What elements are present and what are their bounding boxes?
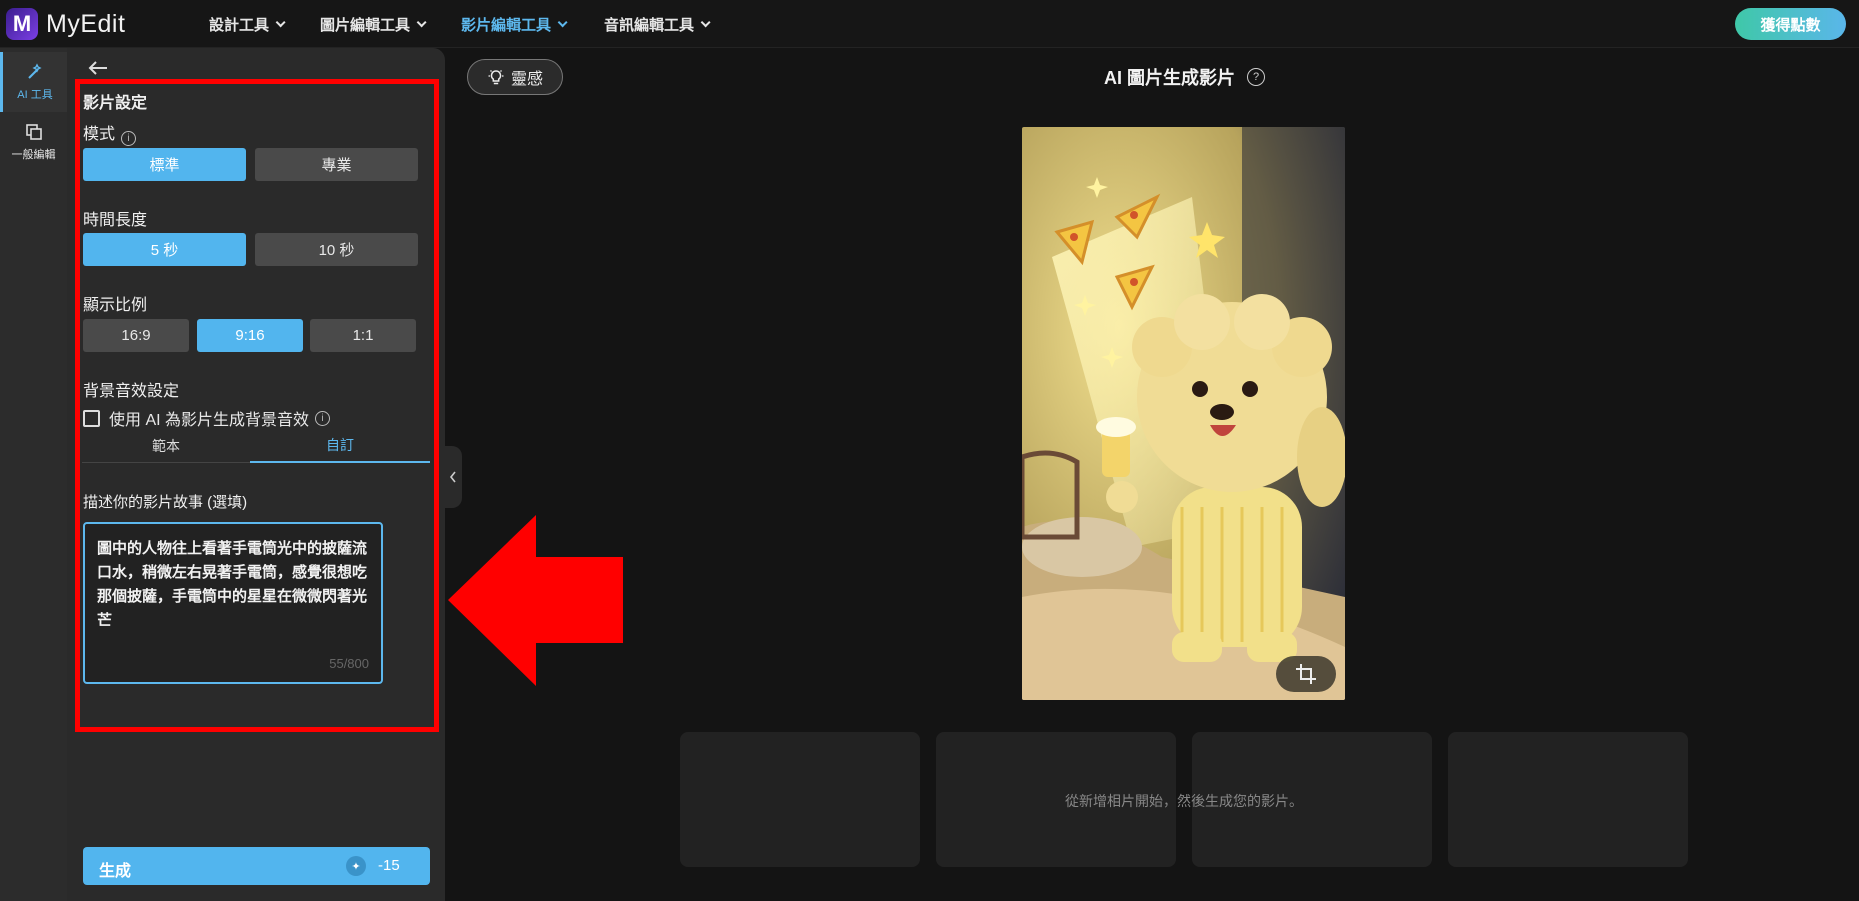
ratio-9-16-option[interactable]: 9:16 <box>197 319 303 352</box>
rail-item-ai-tools[interactable]: AI 工具 <box>0 52 67 112</box>
nav-photo-tools[interactable]: 圖片編輯工具 <box>320 14 427 35</box>
chevron-down-icon <box>557 17 568 28</box>
credit-icon: ✦ <box>346 856 366 876</box>
background-sound-label: 背景音效設定 <box>83 383 180 400</box>
stage-title-text: AI 圖片生成影片 <box>1104 68 1236 88</box>
logo-badge: M <box>6 8 38 40</box>
nav-design-tools[interactable]: 設計工具 <box>209 14 286 35</box>
duration-label: 時間長度 <box>83 212 148 229</box>
nav-label: 圖片編輯工具 <box>320 17 411 34</box>
crop-icon <box>1296 664 1316 684</box>
aspect-ratio-label: 顯示比例 <box>83 297 148 314</box>
story-text: 圖中的人物往上看著手電筒光中的披薩流口水，稍微左右晃著手電筒，感覺很想吃那個披薩… <box>97 540 368 629</box>
preview-image <box>1022 127 1345 700</box>
story-tabs: 範本 自訂 <box>82 428 430 463</box>
video-settings-title: 影片設定 <box>83 95 148 112</box>
nav-audio-tools[interactable]: 音訊編輯工具 <box>604 14 711 35</box>
story-label: 描述你的影片故事 (選填) <box>83 494 248 511</box>
crop-button[interactable] <box>1276 656 1336 692</box>
nav-label: 影片編輯工具 <box>461 17 552 34</box>
main-nav: 設計工具 圖片編輯工具 影片編輯工具 音訊編輯工具 <box>209 14 711 35</box>
tab-template[interactable]: 範本 <box>82 428 250 463</box>
annotation-arrow-icon <box>448 515 623 686</box>
generate-cost: -15 <box>378 857 400 874</box>
duration-5s-option[interactable]: 5 秒 <box>83 233 246 266</box>
preview-illustration <box>1022 127 1345 700</box>
ai-sound-checkbox-row[interactable]: 使用 AI 為影片生成背景音效 i <box>83 406 331 430</box>
rail-item-general-edit[interactable]: 一般編輯 <box>0 112 67 172</box>
thumbnail-slot[interactable] <box>680 732 920 867</box>
nav-label: 設計工具 <box>209 17 270 34</box>
mode-standard-option[interactable]: 標準 <box>83 148 246 181</box>
left-rail: AI 工具 一般編輯 <box>0 48 67 901</box>
back-arrow-icon[interactable] <box>87 60 109 76</box>
ratio-1-1-option[interactable]: 1:1 <box>310 319 416 352</box>
info-icon[interactable]: i <box>315 410 331 426</box>
story-textarea[interactable]: 圖中的人物往上看著手電筒光中的披薩流口水，稍微左右晃著手電筒，感覺很想吃那個披薩… <box>83 522 383 684</box>
rail-label: AI 工具 <box>17 89 53 101</box>
nav-video-tools[interactable]: 影片編輯工具 <box>461 14 568 35</box>
story-char-count: 55/800 <box>329 656 369 671</box>
panel-collapse-handle[interactable] <box>444 446 462 508</box>
ai-sound-checkbox-label: 使用 AI 為影片生成背景音效 <box>109 412 310 429</box>
logo[interactable]: M MyEdit <box>6 6 125 42</box>
ai-sound-checkbox[interactable] <box>83 409 100 427</box>
lightbulb-icon <box>488 70 504 85</box>
stage-title: AI 圖片生成影片 ? <box>1104 64 1266 90</box>
thumbnail-slot[interactable] <box>1448 732 1688 867</box>
ratio-16-9-option[interactable]: 16:9 <box>83 319 189 352</box>
chevron-down-icon <box>275 17 286 28</box>
logo-text: MyEdit <box>46 9 126 38</box>
layers-icon <box>25 124 42 140</box>
magic-wand-icon <box>28 63 42 79</box>
mode-label-text: 模式 <box>83 126 116 143</box>
settings-panel: 影片設定 模式 i 標準 專業 時間長度 5 秒 10 秒 顯示比例 16:9 9… <box>67 48 445 901</box>
generate-label: 生成 <box>99 863 132 880</box>
generate-button[interactable]: 生成 ✦ -15 <box>83 847 430 885</box>
chevron-left-icon <box>449 471 456 483</box>
thumbnail-hint: 從新增相片開始，然後生成您的影片。 <box>1065 793 1303 809</box>
mode-label: 模式 i <box>83 120 137 146</box>
chevron-down-icon <box>416 17 427 28</box>
inspiration-label: 靈感 <box>510 71 543 88</box>
mode-pro-option[interactable]: 專業 <box>255 148 418 181</box>
top-bar: M MyEdit 設計工具 圖片編輯工具 影片編輯工具 音訊編輯工具 獲得點數 <box>0 0 1859 48</box>
tab-custom[interactable]: 自訂 <box>250 428 430 463</box>
info-icon[interactable]: i <box>121 131 137 146</box>
chevron-down-icon <box>700 17 711 28</box>
rail-label: 一般編輯 <box>11 149 56 161</box>
inspiration-button[interactable]: 靈感 <box>467 59 563 95</box>
help-icon[interactable]: ? <box>1247 68 1266 86</box>
get-points-button[interactable]: 獲得點數 <box>1735 8 1846 40</box>
duration-10s-option[interactable]: 10 秒 <box>255 233 418 266</box>
nav-label: 音訊編輯工具 <box>604 17 695 34</box>
